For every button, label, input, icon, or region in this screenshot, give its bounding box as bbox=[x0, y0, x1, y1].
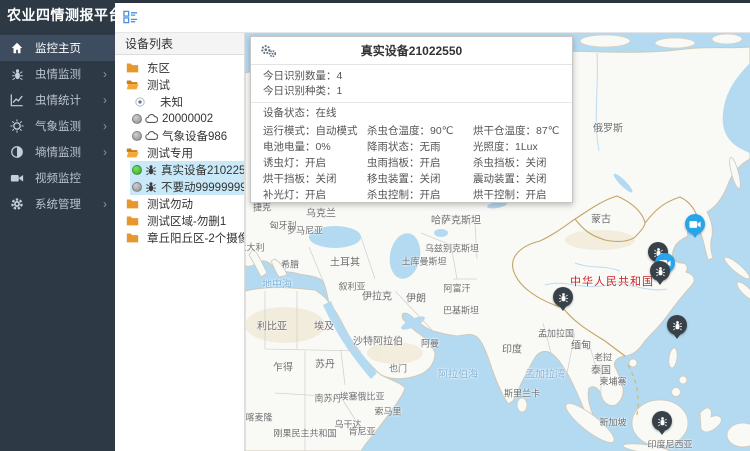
bug-icon bbox=[655, 266, 666, 277]
folder-closed-icon bbox=[126, 215, 139, 226]
device-list-panel: 设备列表 东区 测试 未知 bbox=[115, 33, 245, 451]
popup-summary: 今日识别数量：4 今日识别种类：1 bbox=[251, 65, 572, 103]
tree-folder-test-dedicated[interactable]: 测试专用 bbox=[115, 144, 244, 161]
status-dot-offline bbox=[132, 182, 142, 192]
device-list-toggle-icon[interactable] bbox=[123, 10, 139, 25]
folder-open-icon bbox=[126, 147, 139, 158]
insect-device-marker[interactable] bbox=[553, 287, 573, 307]
sidebar-item-system-management[interactable]: 系统管理 › bbox=[0, 191, 115, 217]
grid-cell: 杀虫挡板：关闭 bbox=[473, 155, 560, 171]
folder-open-icon bbox=[126, 79, 139, 90]
popup-title: 真实设备21022550 bbox=[251, 37, 572, 65]
grid-cell: 补光灯：开启 bbox=[263, 187, 367, 203]
topbar bbox=[115, 3, 750, 33]
today-identify-species: 今日识别种类：1 bbox=[263, 84, 560, 99]
bug-device-icon bbox=[145, 164, 157, 176]
grid-cell: 烘干挡板：关闭 bbox=[263, 171, 367, 187]
sidebar-item-insect-statistics[interactable]: 虫情统计 › bbox=[0, 87, 115, 113]
camera-icon bbox=[689, 220, 701, 229]
map[interactable]: 俄罗斯蒙古中华人民共和国哈萨克斯坦乌克兰捷克匈牙利罗马尼亚意大利希腊土耳其乌兹别… bbox=[245, 33, 750, 451]
grid-cell: 电池电量：0% bbox=[263, 139, 367, 155]
chart-icon bbox=[10, 93, 24, 107]
cloud-icon bbox=[145, 114, 158, 124]
grid-cell: 虫雨挡板：开启 bbox=[367, 155, 473, 171]
chevron-right-icon: › bbox=[103, 67, 107, 81]
bug-icon bbox=[10, 67, 24, 81]
grid-cell: 杀虫控制：开启 bbox=[367, 187, 473, 203]
popup-detail-grid: 运行模式：自动模式 杀虫仓温度：90℃ 烘干仓温度：87℃ 电池电量：0% 降雨… bbox=[251, 123, 572, 207]
sidebar-item-soil-moisture[interactable]: 墒情监测 › bbox=[0, 139, 115, 165]
sidebar-item-label: 虫情统计 bbox=[35, 92, 103, 108]
grid-cell: 杀虫仓温度：90℃ bbox=[367, 123, 473, 139]
today-identify-count: 今日识别数量：4 bbox=[263, 69, 560, 84]
folder-closed-icon bbox=[126, 232, 139, 243]
chevron-right-icon: › bbox=[103, 145, 107, 159]
moisture-globe-icon bbox=[10, 145, 24, 159]
insect-device-marker[interactable] bbox=[652, 411, 672, 431]
radio-target-icon bbox=[135, 97, 145, 107]
home-icon bbox=[10, 41, 24, 55]
cloud-icon bbox=[145, 131, 158, 141]
app-window: 农业四情测报平台 监控主页 虫情监测 › 虫情统计 › 气象监测 › bbox=[0, 0, 750, 451]
status-dot-offline bbox=[132, 114, 142, 124]
sun-icon bbox=[10, 119, 24, 133]
sidebar-item-label: 虫情监测 bbox=[35, 66, 103, 82]
bug-icon bbox=[558, 292, 569, 303]
tree-folder-test[interactable]: 测试 bbox=[115, 76, 244, 93]
tree-device-real-21022550[interactable]: 真实设备21022550 bbox=[130, 161, 244, 178]
device-tree: 东区 测试 未知 20000002 bbox=[115, 55, 244, 246]
grid-cell: 降雨状态：无雨 bbox=[367, 139, 473, 155]
grid-cell: 运行模式：自动模式 bbox=[263, 123, 367, 139]
tree-device-20000002[interactable]: 20000002 bbox=[115, 110, 244, 127]
device-status-line: 设备状态：在线 bbox=[251, 103, 572, 123]
grid-cell: 光照度：1Lux bbox=[473, 139, 560, 155]
sidebar-item-video-surveillance[interactable]: 视频监控 bbox=[0, 165, 115, 191]
grid-cell: 烘干仓温度：87℃ bbox=[473, 123, 560, 139]
sidebar-item-label: 墒情监测 bbox=[35, 144, 103, 160]
device-list-header: 设备列表 bbox=[115, 33, 244, 55]
sidebar-item-weather-monitoring[interactable]: 气象监测 › bbox=[0, 113, 115, 139]
sidebar-nav: 监控主页 虫情监测 › 虫情统计 › 气象监测 › 墒情监测 › bbox=[0, 30, 115, 217]
tree-folder-test-nomove[interactable]: 测试勿动 bbox=[115, 195, 244, 212]
bug-device-icon bbox=[145, 181, 157, 193]
sidebar-item-label: 气象监测 bbox=[35, 118, 103, 134]
sidebar-item-label: 视频监控 bbox=[35, 170, 107, 186]
sidebar-item-label: 系统管理 bbox=[35, 196, 103, 212]
chevron-right-icon: › bbox=[103, 93, 107, 107]
sidebar-item-monitor-home[interactable]: 监控主页 bbox=[0, 35, 115, 61]
status-dot-online bbox=[132, 165, 142, 175]
grid-cell: 烘干控制：开启 bbox=[473, 187, 560, 203]
tree-device-donttouch-99999999[interactable]: 不要动99999999 bbox=[130, 178, 244, 195]
tree-device-unknown[interactable]: 未知 bbox=[115, 93, 244, 110]
tree-folder-test-area-nodelete1[interactable]: 测试区域-勿删1 bbox=[115, 212, 244, 229]
sidebar: 农业四情测报平台 监控主页 虫情监测 › 虫情统计 › 气象监测 › bbox=[0, 0, 115, 451]
sidebar-item-label: 监控主页 bbox=[35, 40, 107, 56]
video-camera-icon bbox=[10, 171, 24, 185]
chevron-right-icon: › bbox=[103, 197, 107, 211]
folder-closed-icon bbox=[126, 198, 139, 209]
status-dot-offline bbox=[132, 131, 142, 141]
folder-closed-icon bbox=[126, 62, 139, 73]
camera-device-marker[interactable] bbox=[685, 214, 705, 234]
device-popup: 真实设备21022550 今日识别数量：4 今日识别种类：1 设备状态：在线 运… bbox=[250, 36, 573, 203]
tree-folder-zhangqiu-cameras[interactable]: 章丘阳丘区-2个摄像头 bbox=[115, 229, 244, 246]
sidebar-item-insect-monitoring[interactable]: 虫情监测 › bbox=[0, 61, 115, 87]
app-title: 农业四情测报平台 bbox=[0, 0, 115, 30]
insect-device-marker[interactable] bbox=[667, 315, 687, 335]
chevron-right-icon: › bbox=[103, 119, 107, 133]
gear-icon bbox=[10, 197, 24, 211]
grid-cell: 震动装置：关闭 bbox=[473, 171, 560, 187]
grid-cell: 诱虫灯：开启 bbox=[263, 155, 367, 171]
insect-device-marker[interactable] bbox=[650, 261, 670, 281]
settings-gears-icon[interactable] bbox=[260, 44, 277, 61]
grid-cell: 移虫装置：关闭 bbox=[367, 171, 473, 187]
popup-header: 真实设备21022550 bbox=[251, 37, 572, 65]
bug-icon bbox=[672, 320, 683, 331]
tree-device-weather-986[interactable]: 气象设备986 bbox=[115, 127, 244, 144]
bug-icon bbox=[657, 416, 668, 427]
tree-folder-east-zone[interactable]: 东区 bbox=[115, 59, 244, 76]
